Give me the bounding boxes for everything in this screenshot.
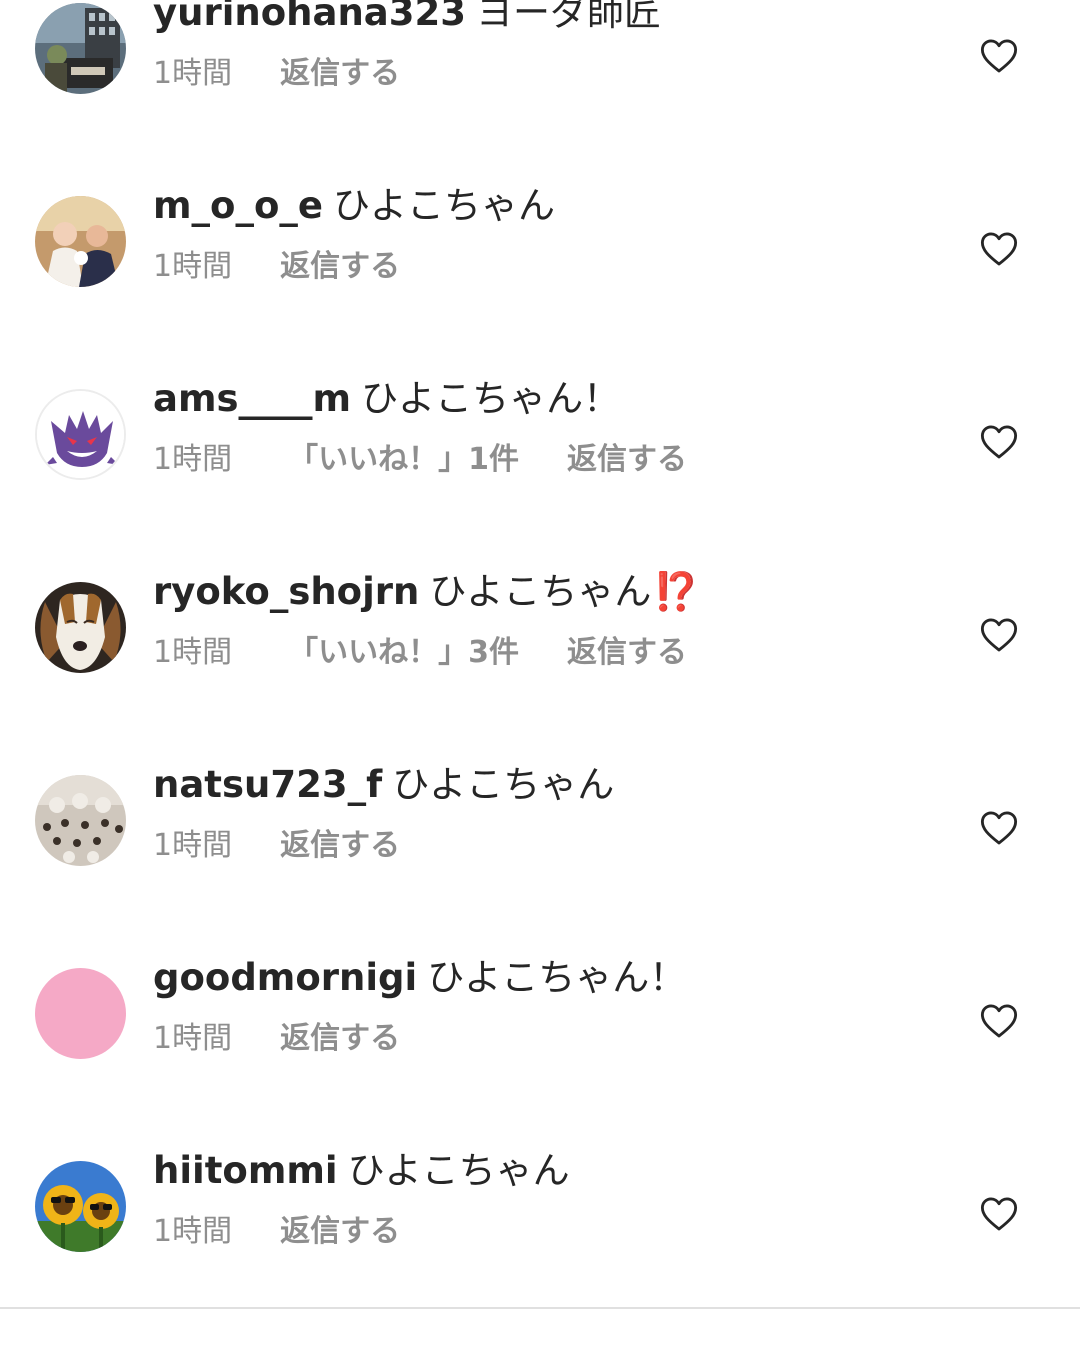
heart-icon[interactable] <box>980 1196 1018 1232</box>
comment-item: ryoko_shojrn ひよこちゃん⁉️ 1時間 「いいね！」3件 返信する <box>0 570 1080 775</box>
avatar[interactable] <box>35 775 126 866</box>
heart-icon[interactable] <box>980 424 1018 460</box>
reply-button[interactable]: 返信する <box>280 1213 400 1251</box>
comment-username[interactable]: yurinohana323 <box>153 0 466 34</box>
heart-icon[interactable] <box>980 231 1018 267</box>
comment-username[interactable]: hiitommi <box>153 1149 338 1192</box>
comment-text: ひよこちゃん <box>429 570 652 613</box>
heart-icon[interactable] <box>980 617 1018 653</box>
avatar[interactable] <box>35 196 126 287</box>
avatar[interactable] <box>35 1161 126 1252</box>
heart-icon[interactable] <box>980 810 1018 846</box>
bottom-divider <box>0 1307 1080 1309</box>
comment-timestamp: 1時間 <box>153 249 233 284</box>
comment-text: ひよこちゃん <box>347 1149 570 1192</box>
avatar[interactable] <box>35 582 126 673</box>
comment-timestamp: 1時間 <box>153 442 233 477</box>
avatar[interactable] <box>35 3 126 94</box>
comment-item: goodmornigi ひよこちゃん！ 1時間 返信する <box>0 956 1080 1161</box>
avatar[interactable] <box>35 389 126 480</box>
comment-timestamp: 1時間 <box>153 56 233 91</box>
comment-item: ams____m ひよこちゃん！ 1時間 「いいね！」1件 返信する <box>0 377 1080 582</box>
exclamation-question-emoji: ⁉️ <box>653 570 700 613</box>
avatar[interactable] <box>35 968 126 1059</box>
comment-timestamp: 1時間 <box>153 828 233 863</box>
reply-button[interactable]: 返信する <box>280 248 400 286</box>
comment-text: ひよこちゃん <box>392 763 615 806</box>
comment-timestamp: 1時間 <box>153 635 233 670</box>
comment-timestamp: 1時間 <box>153 1214 233 1249</box>
reply-button[interactable]: 返信する <box>567 441 687 479</box>
comment-timestamp: 1時間 <box>153 1021 233 1056</box>
comment-text: ヨーダ師匠 <box>476 0 662 34</box>
heart-icon[interactable] <box>980 1003 1018 1039</box>
comment-item: yurinohana323 ヨーダ師匠 1時間 返信する <box>0 0 1080 196</box>
comment-text: ひよこちゃん <box>333 184 555 227</box>
comment-item: hiitommi ひよこちゃん 1時間 返信する <box>0 1149 1080 1354</box>
comment-username[interactable]: ryoko_shojrn <box>153 570 419 613</box>
comment-username[interactable]: m_o_o_e <box>153 184 323 227</box>
reply-button[interactable]: 返信する <box>280 827 400 865</box>
likes-count[interactable]: 「いいね！」3件 <box>288 634 519 672</box>
comment-username[interactable]: goodmornigi <box>153 956 417 999</box>
comment-username[interactable]: ams____m <box>153 377 351 420</box>
comment-text: ひよこちゃん！ <box>361 377 621 420</box>
likes-count[interactable]: 「いいね！」1件 <box>288 441 519 479</box>
comment-text: ひよこちゃん！ <box>427 956 687 999</box>
comment-item: natsu723_f ひよこちゃん 1時間 返信する <box>0 763 1080 968</box>
comment-username[interactable]: natsu723_f <box>153 763 382 806</box>
reply-button[interactable]: 返信する <box>280 55 400 93</box>
reply-button[interactable]: 返信する <box>280 1020 400 1058</box>
comment-item: m_o_o_e ひよこちゃん 1時間 返信する <box>0 184 1080 389</box>
heart-icon[interactable] <box>980 38 1018 74</box>
reply-button[interactable]: 返信する <box>567 634 687 672</box>
